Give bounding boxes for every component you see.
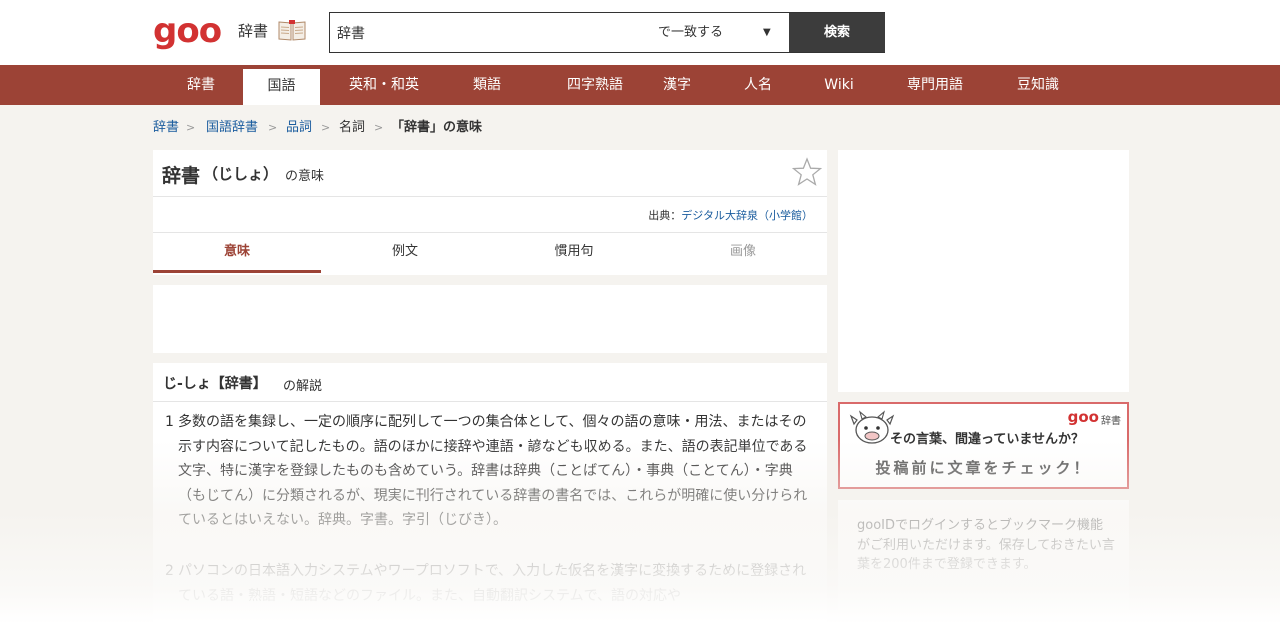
tab-idioms[interactable]: 慣用句: [490, 233, 658, 273]
definition-item: 2 パソコンの日本語入力システムやワープロソフトで、入力した仮名を漢字に変換する…: [165, 559, 815, 608]
explanation-heading: じ-しょ【辞書】: [163, 376, 267, 392]
category-nav: 辞書 国語 英和・和英 類語 四字熟語 漢字 人名 Wiki 専門用語 豆知識: [0, 65, 1280, 105]
chevron-right-icon: >: [321, 121, 331, 134]
source-attribution: 出典：デジタル大辞泉（小学館）: [648, 207, 813, 223]
site-name[interactable]: 辞書: [238, 20, 268, 41]
nav-item-thesaurus[interactable]: 類語: [448, 65, 526, 105]
tab-images: 画像: [729, 244, 756, 259]
bookmark-star-icon[interactable]: [792, 157, 822, 187]
book-icon: [278, 20, 306, 41]
chevron-right-icon: >: [268, 121, 278, 134]
entry-word: 辞書: [162, 165, 201, 187]
source-label: 出典：: [648, 209, 682, 222]
explanation-heading-suffix: の解説: [283, 379, 323, 394]
nav-item-english[interactable]: 英和・和英: [330, 65, 438, 105]
nav-item-yojijukugo[interactable]: 四字熟語: [540, 65, 650, 105]
login-promo-card: gooIDでログインするとブックマーク機能がご利用いただけます。保存しておきたい…: [838, 500, 1129, 610]
search-box: で一致する ▼ 検索: [329, 12, 885, 53]
goo-logo[interactable]: goo: [153, 14, 222, 48]
breadcrumb-item-dictionary[interactable]: 辞書: [153, 119, 179, 137]
definition-item: 1 多数の語を集録し、一定の順序に配列して一つの集合体として、個々の語の意味・用…: [165, 410, 815, 533]
chevron-right-icon: >: [186, 121, 196, 134]
search-input[interactable]: [330, 13, 640, 52]
proofread-banner[interactable]: goo 辞書 その言葉、間違っていませんか？ 投稿前に文章をチェック！: [838, 402, 1129, 489]
tab-meaning[interactable]: 意味: [153, 233, 321, 273]
nav-item-person-name[interactable]: 人名: [733, 65, 783, 105]
entry-reading: （じしょ）: [203, 165, 279, 183]
ad-slot: [153, 285, 827, 353]
entry-title-suffix: の意味: [285, 169, 325, 184]
divider: [153, 196, 827, 197]
banner-question: その言葉、間違っていませんか？: [890, 432, 1084, 447]
entry-card: 辞書 （じしょ） の意味 出典：デジタル大辞泉（小学館） 意味 例文 慣用句 画…: [153, 150, 827, 275]
chevron-right-icon: >: [374, 121, 384, 134]
banner-logo-sub: 辞書: [1101, 416, 1121, 427]
nav-item-wiki[interactable]: Wiki: [814, 65, 864, 105]
sidebar-ad-slot: [838, 150, 1129, 392]
breadcrumb-item-part-of-speech[interactable]: 品詞: [286, 119, 312, 137]
banner-goo-logo: goo: [1067, 408, 1099, 426]
nav-item-japanese[interactable]: 国語: [243, 69, 320, 105]
nav-item-kanji[interactable]: 漢字: [652, 65, 702, 105]
dropdown-arrow-icon[interactable]: ▼: [763, 13, 771, 52]
banner-cta: 投稿前に文章をチェック！: [875, 459, 1092, 477]
header: goo 辞書 で一致する ▼ 検索: [0, 0, 1280, 65]
definition-text: 多数の語を集録し、一定の順序に配列して一つの集合体として、個々の語の意味・用法、…: [178, 414, 808, 528]
breadcrumb-current: 「辞書」の意味: [391, 120, 483, 135]
nav-item-trivia[interactable]: 豆知識: [1000, 65, 1076, 105]
definition-number: 2: [165, 563, 174, 579]
divider: [153, 401, 827, 402]
source-link[interactable]: デジタル大辞泉（小学館）: [681, 209, 813, 222]
search-button[interactable]: 検索: [789, 13, 885, 52]
definition-text: パソコンの日本語入力システムやワープロソフトで、入力した仮名を漢字に変換するため…: [178, 563, 807, 604]
definition-number: 1: [165, 414, 174, 430]
explanation-card: じ-しょ【辞書】 の解説 1 多数の語を集録し、一定の順序に配列して一つの集合体…: [153, 363, 827, 622]
tab-examples[interactable]: 例文: [321, 233, 489, 273]
nav-item-terminology[interactable]: 専門用語: [895, 65, 975, 105]
breadcrumb-item-noun: 名詞: [339, 120, 366, 135]
login-promo-text: gooIDでログインするとブックマーク機能がご利用いただけます。保存しておきたい…: [857, 518, 1115, 572]
breadcrumb-item-japanese-dictionary[interactable]: 国語辞書: [206, 119, 258, 137]
nav-item-dictionary[interactable]: 辞書: [162, 65, 240, 105]
